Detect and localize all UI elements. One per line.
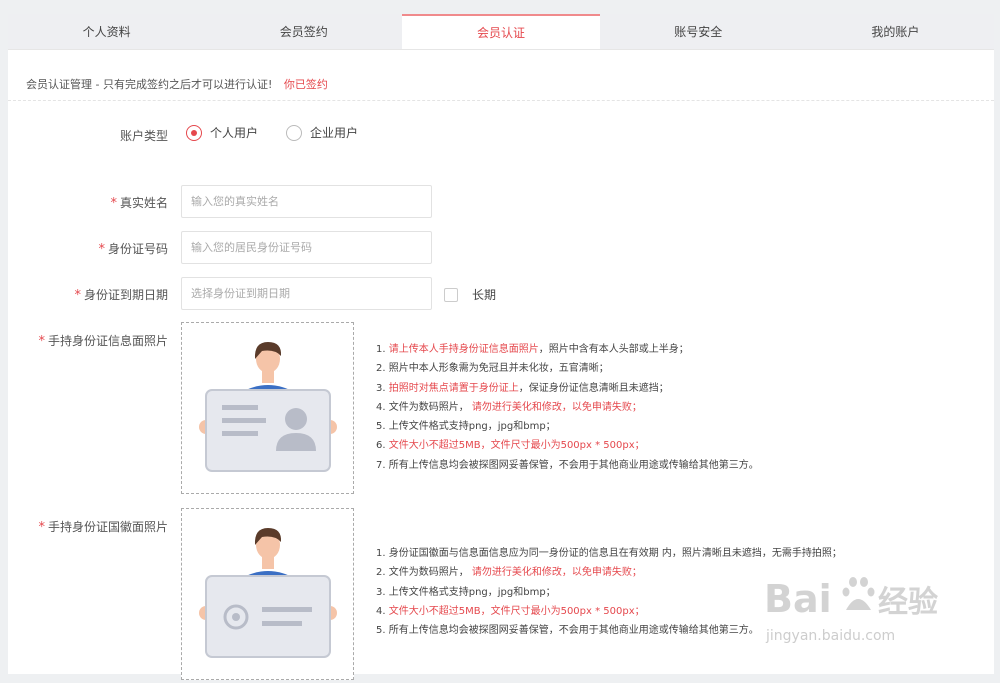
tip-red: 文件大小不超过5MB，文件尺寸最小为500px * 500px； [388, 440, 645, 452]
tip-red: 文件大小不超过5MB，文件尺寸最小为500px * 500px； [388, 605, 645, 617]
watermark-brand: Bai [764, 577, 832, 621]
tip-num: 2. [376, 363, 389, 375]
id-number-input[interactable] [181, 231, 432, 264]
upload-back-box[interactable] [181, 508, 354, 680]
tip-line: 7. 所有上传信息均会被探图网妥善保管，不会用于其他商业用途或传输给其他第三方。 [376, 456, 759, 475]
radio-enterprise-button[interactable] [286, 124, 303, 141]
tip-text: 文件为数码照片， [388, 401, 469, 413]
watermark-url: jingyan.baidu.com [765, 628, 895, 644]
tab-profile[interactable]: 个人资料 [8, 14, 205, 49]
tip-num: 4. [376, 401, 389, 413]
tip-num: 7. [376, 459, 389, 471]
required-mark: * [38, 334, 45, 349]
id-number-label-text: 身份证号码 [107, 242, 168, 256]
tab-my-account[interactable]: 我的账户 [797, 14, 994, 49]
tab-certification[interactable]: 会员认证 [402, 14, 600, 49]
account-type-radio-group: 个人用户 企业用户 [186, 124, 386, 141]
tip-text: 上传文件格式支持png，jpg和bmp； [388, 421, 556, 433]
radio-personal-label: 个人用户 [210, 126, 259, 140]
tip-line: 6. 文件大小不超过5MB，文件尺寸最小为500px * 500px； [376, 436, 759, 455]
tip-text: 身份证国徽面与信息面信息应为同一身份证的信息且在有效期 内，照片清晰且未遮挡，无… [388, 548, 842, 559]
radio-personal-button[interactable] [186, 124, 202, 141]
divider [8, 100, 994, 101]
tip-text: 上传文件格式支持png，jpg和bmp； [388, 586, 556, 598]
id-expiry-label: * 身份证到期日期 [8, 286, 168, 303]
tip-red: 请勿进行美化和修改，以免申请失败； [471, 567, 642, 579]
id-expiry-label-text: 身份证到期日期 [83, 288, 168, 302]
tip-line: 5. 上传文件格式支持png，jpg和bmp； [376, 417, 759, 436]
tab-security[interactable]: 账号安全 [600, 14, 797, 49]
required-mark: * [98, 242, 105, 257]
tip-text: 所有上传信息均会被探图网妥善保管，不会用于其他商业用途或传输给其他第三方。 [388, 625, 759, 637]
required-mark: * [74, 288, 81, 303]
tip-text: 照片中本人形象需为免冠且并未化妆，五官清晰； [388, 363, 609, 375]
tip-num: 5. [376, 625, 389, 637]
signed-link[interactable]: 你已签约 [284, 78, 328, 91]
id-number-label: * 身份证号码 [8, 240, 168, 257]
long-term-checkbox-group[interactable]: 长期 [444, 286, 496, 303]
id-back-illustration [199, 528, 337, 658]
tip-line: 4. 文件为数码照片， 请勿进行美化和修改，以免申请失败； [376, 398, 759, 417]
account-type-label: 账户类型 [119, 129, 168, 143]
tip-num: 3. [376, 586, 389, 598]
real-name-label-text: 真实姓名 [119, 196, 168, 210]
upload-front-box[interactable] [181, 322, 354, 494]
tip-num: 4. [376, 605, 389, 617]
tip-num: 1. [376, 344, 389, 355]
tab-signing[interactable]: 会员签约 [205, 14, 402, 49]
id-front-illustration [199, 342, 337, 472]
baidu-jingyan-watermark: Bai 经验 jingyan.baidu.com [764, 577, 938, 644]
upload-front-label-text: 手持身份证信息面照片 [47, 334, 168, 348]
tip-line: 1. 请上传本人手持身份证信息面照片，照片中含有本人头部或上半身； [376, 340, 759, 359]
tab-bar: 个人资料 会员签约 会员认证 账号安全 我的账户 [8, 14, 994, 50]
tip-text: 文件为数码照片， [388, 567, 469, 579]
id-expiry-input[interactable] [181, 277, 432, 310]
tip-text: ，保证身份证信息清晰且未遮挡； [518, 382, 669, 394]
tip-num: 2. [376, 567, 389, 579]
tip-line: 3. 拍照时对焦点请置于身份证上，保证身份证信息清晰且未遮挡； [376, 379, 759, 398]
tip-red: 请勿进行美化和修改，以免申请失败； [471, 401, 642, 413]
radio-enterprise[interactable]: 企业用户 [286, 124, 358, 141]
upload-front-tips: 1. 请上传本人手持身份证信息面照片，照片中含有本人头部或上半身； 2. 照片中… [376, 340, 759, 475]
notice-text: 会员认证管理 - 只有完成签约之后才可以进行认证! [26, 78, 273, 91]
real-name-label: * 真实姓名 [8, 194, 168, 211]
tip-num: 3. [376, 382, 389, 394]
paw-icon [842, 577, 875, 610]
tip-red: 拍照时对焦点请置于身份证上 [388, 382, 519, 394]
tip-text: ，照片中含有本人头部或上半身； [538, 344, 689, 355]
tip-line: 2. 照片中本人形象需为免冠且并未化妆，五官清晰； [376, 359, 759, 378]
tip-text: 所有上传信息均会被探图网妥善保管，不会用于其他商业用途或传输给其他第三方。 [388, 459, 759, 471]
real-name-input[interactable] [181, 185, 432, 218]
notice: 会员认证管理 - 只有完成签约之后才可以进行认证! 你已签约 [26, 76, 328, 92]
tip-num: 1. [376, 548, 389, 559]
long-term-checkbox[interactable] [444, 287, 458, 302]
tip-red: 请上传本人手持身份证信息面照片 [388, 344, 539, 355]
long-term-label: 长期 [472, 288, 497, 302]
tip-num: 6. [376, 440, 389, 452]
required-mark: * [110, 196, 117, 211]
upload-front-label: * 手持身份证信息面照片 [8, 332, 168, 349]
watermark-brand2: 经验 [878, 585, 938, 620]
upload-back-label: * 手持身份证国徽面照片 [8, 518, 168, 535]
required-mark: * [38, 520, 45, 535]
tip-num: 5. [376, 421, 389, 433]
radio-personal[interactable]: 个人用户 [186, 124, 258, 141]
upload-back-label-text: 手持身份证国徽面照片 [47, 520, 168, 534]
radio-enterprise-label: 企业用户 [310, 126, 359, 140]
